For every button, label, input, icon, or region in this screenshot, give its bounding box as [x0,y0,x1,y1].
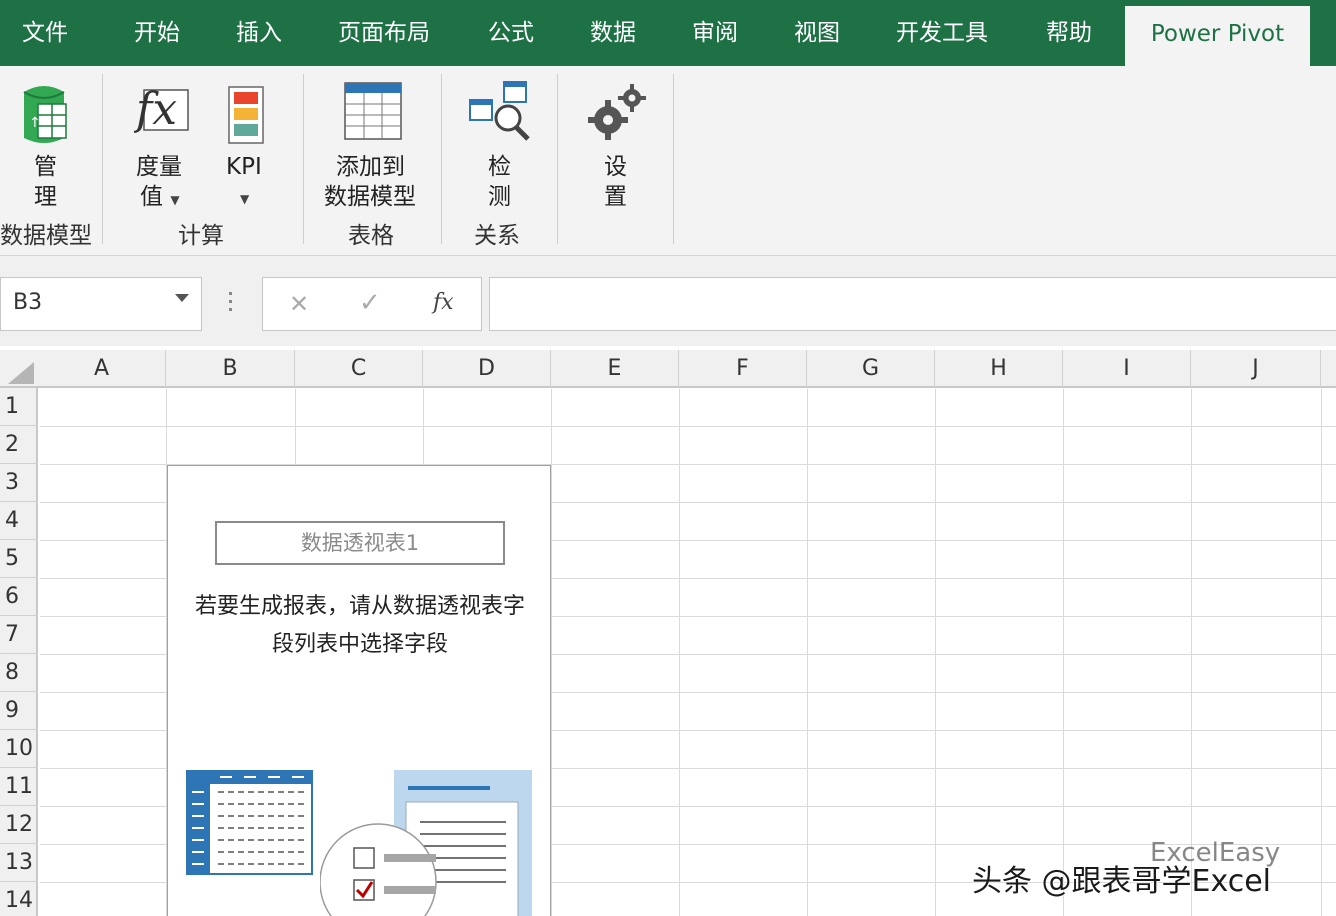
select-all-icon[interactable] [8,362,34,384]
row-header[interactable]: 2 [0,426,38,464]
manage-label-1: 管 [34,154,57,180]
settings-button[interactable]: 设 置 [574,72,658,212]
group-label-calculations: 计算 [178,223,224,249]
gear-icon [588,84,646,140]
measures-label-2: 值 ▼ [140,184,180,210]
column-header[interactable]: I [1063,350,1191,388]
row-header[interactable]: 10 [0,730,38,768]
group-label-tables: 表格 [348,223,394,249]
drag-handle-icon[interactable] [229,292,233,316]
tab-review[interactable]: 审阅 [692,0,738,66]
group-separator [303,74,304,244]
chevron-down-icon: ▼ [240,192,250,206]
column-header[interactable]: C [295,350,423,388]
chevron-down-icon: ▼ [170,193,180,207]
tab-developer[interactable]: 开发工具 [896,0,988,66]
svg-text:↑: ↑ [29,115,41,131]
svg-text:fx: fx [134,84,177,135]
fx-function-icon: fx [134,84,189,135]
row-header-bar: 1 2 3 4 5 6 7 8 9 10 11 12 13 14 [0,388,38,916]
kpi-icon [228,86,264,144]
column-header[interactable]: A [38,350,166,388]
row-header[interactable]: 13 [0,844,38,882]
row-header[interactable]: 4 [0,502,38,540]
row-header[interactable]: 3 [0,464,38,502]
column-header-bar: A B C D E F G H I J [0,350,1336,388]
group-label-relationships: 关系 [474,223,520,249]
row-header[interactable]: 1 [0,388,38,426]
pivot-grid-illustration-icon [186,770,313,875]
formula-input[interactable] [489,277,1336,331]
pivot-table-placeholder[interactable]: 数据透视表1 若要生成报表，请从数据透视表字 段列表中选择字段 [167,465,551,916]
tab-page-layout[interactable]: 页面布局 [338,0,430,66]
settings-label-2: 置 [604,184,627,210]
group-separator [557,74,558,244]
tab-insert[interactable]: 插入 [236,0,282,66]
name-box[interactable]: B3 [0,277,202,331]
column-header[interactable]: D [423,350,551,388]
measures-label-1: 度量 [136,154,182,180]
pivot-instruction-line-2: 段列表中选择字段 [271,632,448,657]
tab-help[interactable]: 帮助 [1046,0,1092,66]
enter-icon[interactable]: ✓ [359,288,381,318]
row-header[interactable]: 12 [0,806,38,844]
insert-function-icon[interactable]: fx [433,290,454,315]
row-header[interactable]: 14 [0,882,38,916]
column-header[interactable]: J [1191,350,1321,388]
formula-controls: ✕ ✓ fx [262,277,482,331]
field-list-illustration-icon [320,770,532,916]
group-separator [441,74,442,244]
watermark: 头条 @跟表哥学Excel [972,864,1272,899]
add-to-data-model-label-1: 添加到 [336,154,405,180]
table-icon [344,82,402,140]
add-to-data-model-button[interactable]: 添加到 数据模型 [318,72,428,212]
column-header[interactable]: F [679,350,807,388]
manage-label-2: 理 [34,184,57,210]
detect-label-1: 检 [488,154,511,180]
detect-relationships-icon [469,81,530,141]
column-header[interactable]: B [166,350,295,388]
ribbon-tab-bar: 文件 开始 插入 页面布局 公式 数据 审阅 视图 开发工具 帮助 Power … [0,0,1336,66]
detect-button[interactable]: 检 测 [460,72,540,212]
column-header[interactable]: G [807,350,935,388]
data-model-manage-icon: ↑ [23,86,67,143]
tab-view[interactable]: 视图 [794,0,840,66]
row-header[interactable]: 8 [0,654,38,692]
cancel-icon[interactable]: ✕ [289,290,309,318]
tab-data[interactable]: 数据 [590,0,636,66]
name-box-value: B3 [13,290,43,315]
row-header[interactable]: 11 [0,768,38,806]
settings-label-1: 设 [604,154,627,180]
row-header[interactable]: 6 [0,578,38,616]
tab-formulas[interactable]: 公式 [488,0,534,66]
row-header[interactable]: 7 [0,616,38,654]
manage-button[interactable]: ↑ 管 理 [0,72,92,212]
kpi-button[interactable]: KPI ▼ [216,72,276,212]
row-header[interactable]: 9 [0,692,38,730]
tab-power-pivot[interactable]: Power Pivot [1125,6,1310,66]
column-header[interactable]: H [935,350,1063,388]
measures-button[interactable]: fx 度量 值 ▼ [126,72,204,212]
add-to-data-model-label-2: 数据模型 [324,184,416,210]
tab-home[interactable]: 开始 [134,0,180,66]
group-label-data-model: 数据模型 [0,223,92,249]
row-header[interactable]: 5 [0,540,38,578]
group-separator [102,74,103,244]
pivot-instruction-line-1: 若要生成报表，请从数据透视表字 [194,594,525,619]
chevron-down-icon[interactable] [175,294,189,302]
group-separator [673,74,674,244]
tab-file[interactable]: 文件 [22,0,68,66]
column-header[interactable]: E [551,350,679,388]
ribbon: ↑ 管 理 数据模型 fx 度量 值 ▼ KPI ▼ 计算 添加到 数据模型 表… [0,66,1336,256]
pivot-table-name: 数据透视表1 [215,521,505,565]
kpi-label: KPI [226,154,262,180]
detect-label-2: 测 [488,184,511,210]
pivot-instruction: 若要生成报表，请从数据透视表字 段列表中选择字段 [174,588,546,664]
